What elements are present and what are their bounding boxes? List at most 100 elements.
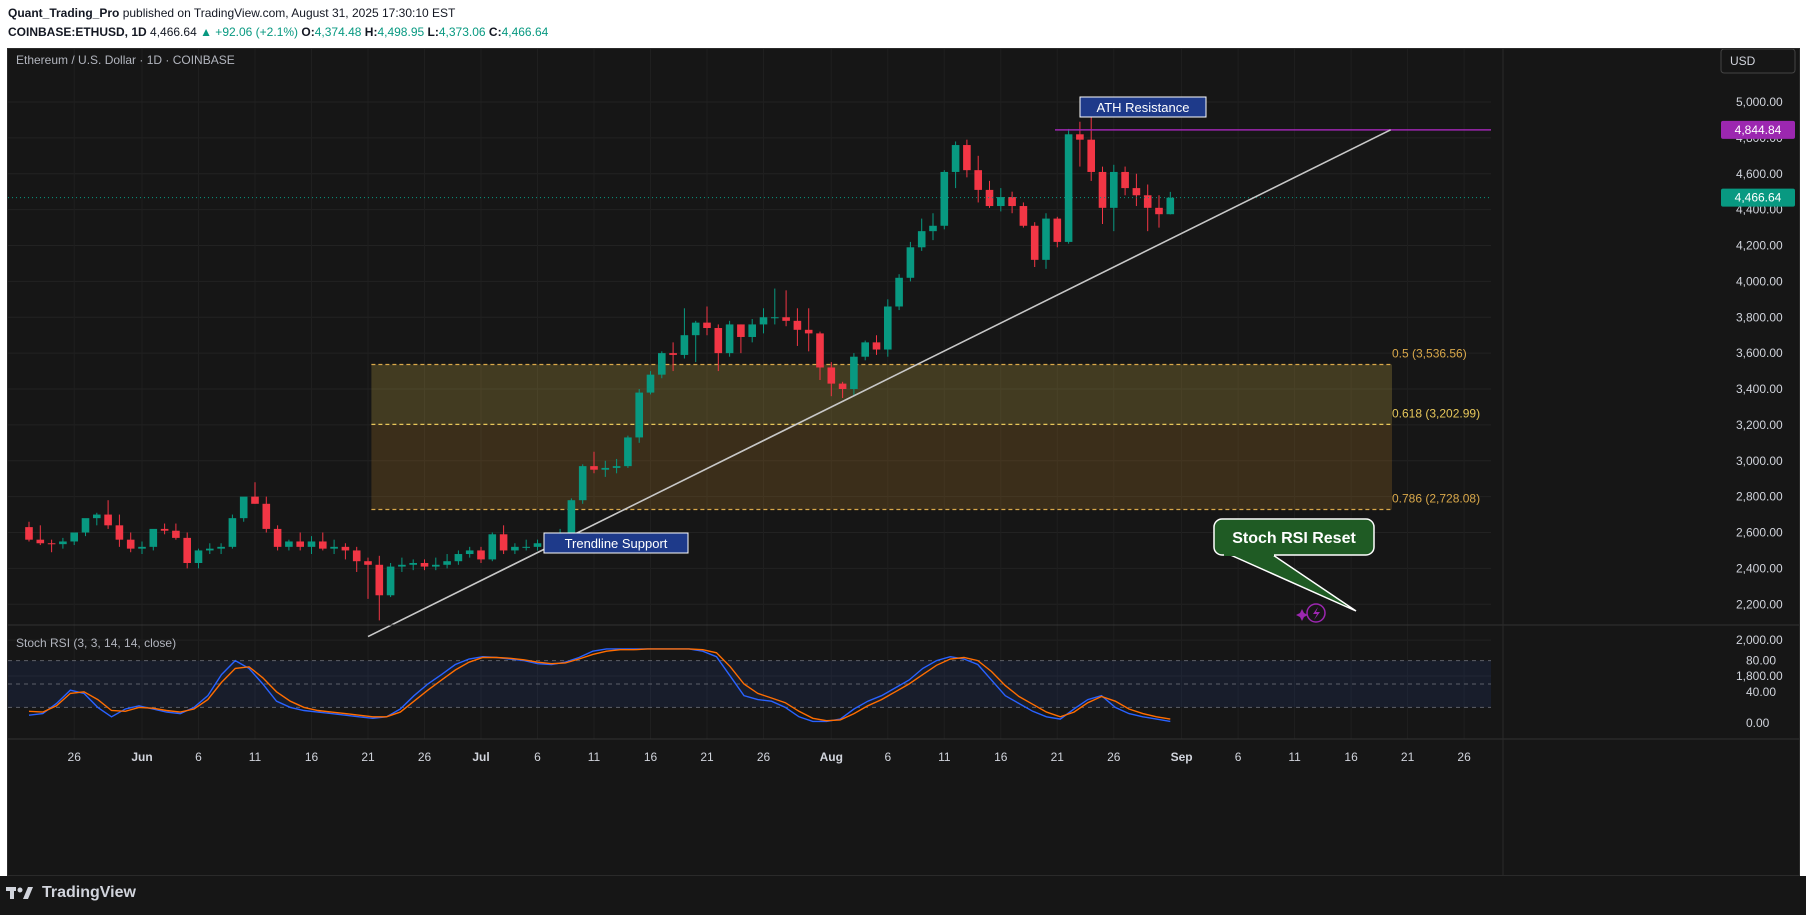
candle-body [680,335,689,355]
price-tick-label: 4,200.00 [1736,239,1783,253]
price-tick-label: 3,800.00 [1736,310,1783,324]
low-value: 4,373.06 [438,25,486,39]
candle-body [1098,171,1107,208]
price-tick-label: 2,400.00 [1736,561,1783,575]
candle-body [884,306,892,350]
candle-body [262,503,271,529]
candle-body [432,564,440,567]
candle-body [861,342,869,357]
date-tick-label: Jul [472,750,489,764]
chart-svg[interactable]: 0.5 (3,536.56) 0.618 (3,202.99) 0.786 (2,7… [8,48,1799,875]
chart-panel[interactable]: 0.5 (3,536.56) 0.618 (3,202.99) 0.786 (2,7… [7,48,1800,876]
candle [488,532,497,562]
candle-body [1166,197,1175,215]
candle-body [850,356,858,389]
trendline-support-label[interactable]: Trendline Support [543,532,689,554]
chart-title: Ethereum / U.S. Dollar · 1D · COINBASE [16,53,235,67]
candle-body [70,532,78,542]
currency-button[interactable]: USD [1720,48,1796,74]
candle [228,514,237,549]
candle-body [725,324,734,354]
candle-body [409,562,417,565]
candle-body [364,561,372,565]
candle-body [149,528,158,547]
price-tick-label: 3,600.00 [1736,346,1783,360]
candle-body [782,317,790,321]
ath-resistance-label[interactable]: ATH Resistance [1079,96,1207,118]
price-tick-label: 4,000.00 [1736,274,1783,288]
candle-body [522,546,530,548]
candle [624,435,632,468]
tradingview-logo-icon [6,887,33,899]
trend-label-text: Trendline Support [565,536,668,551]
candle-body [499,534,508,551]
fib-zone-upper [371,364,1392,425]
date-tick-label: 6 [534,750,541,764]
candle-body [793,320,802,330]
candle-body [1019,206,1028,226]
tradingview-logo[interactable]: TradingView [6,884,136,902]
candle-body [669,353,677,355]
candle-body [398,564,406,567]
candle-body [533,543,542,547]
candle-body [138,546,146,549]
date-tick-label: 26 [1457,750,1471,764]
high-value: 4,498.95 [377,25,425,39]
candle-body [1155,207,1163,215]
candle-body [1008,197,1016,207]
candle-body [104,514,112,526]
candle-body [93,514,101,519]
candle-body [330,546,338,549]
candle-body [217,546,225,549]
candle-body [81,518,90,533]
candle-body [963,145,971,171]
candle-body [1110,171,1118,208]
candle-body [997,197,1005,207]
fib-label: 0.5 (3,536.56) [1392,347,1467,361]
date-tick-label: 21 [700,750,714,764]
fib-label: 0.618 (3,202.99) [1392,406,1480,420]
candle-body [951,145,960,172]
date-tick-label: Sep [1171,750,1193,764]
candle-body [1030,225,1039,260]
high-label: H: [364,25,378,39]
candle-body [771,317,779,319]
price-tick-label: 3,000.00 [1736,454,1783,468]
date-tick-label: 16 [1344,750,1358,764]
last-price-text: 4,466.64 [1735,191,1782,205]
candle-body [612,466,621,468]
publish-info: published on TradingView.com, August 31,… [122,6,456,20]
date-tick-label: 6 [195,750,202,764]
candle-body [895,277,903,307]
candle-body [1042,218,1050,260]
date-tick-label: 16 [644,750,658,764]
stoch-tick-label: 40.00 [1746,685,1776,699]
candle-body [59,541,67,545]
author-name[interactable]: Quant_Trading_Pro [8,6,119,20]
candle-body [1132,188,1141,196]
candle-body [940,171,949,226]
candle-body [319,541,327,549]
candle-body [748,324,756,337]
price-tick-label: 2,200.00 [1736,597,1783,611]
date-tick-label: 26 [1107,750,1121,764]
currency-label: USD [1730,54,1756,68]
price-tick-label: 5,000.00 [1736,95,1783,109]
candle-body [47,543,56,545]
stoch-tick-label: 0.00 [1746,716,1770,730]
candle [884,299,892,357]
date-tick-label: Jun [131,750,152,764]
candle [1019,202,1028,228]
candle-body [488,534,497,560]
candle [895,274,903,311]
candle-body [285,541,293,547]
fib-label: 0.786 (2,728.08) [1392,492,1480,506]
date-tick-label: Aug [820,750,843,764]
candle [635,389,643,443]
candle-body [737,324,745,337]
candle-body [691,322,700,336]
candle-body [714,328,723,354]
low-label: L: [427,25,439,39]
candle-body [578,466,587,501]
price-tick-label: 4,600.00 [1736,167,1783,181]
